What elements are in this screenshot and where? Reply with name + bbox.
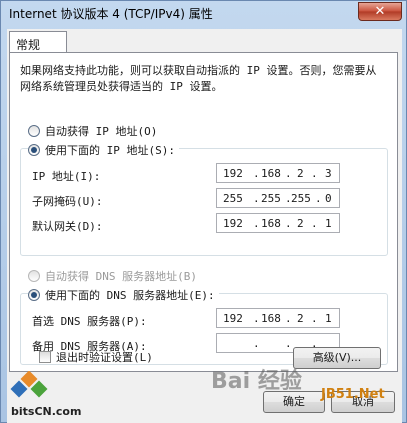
manual-dns-label: 使用下面的 DNS 服务器地址(E): bbox=[45, 289, 215, 302]
ip-address-label: IP 地址(I): bbox=[32, 170, 101, 183]
default-gateway-label: 默认网关(D): bbox=[32, 220, 103, 233]
validate-checkbox[interactable] bbox=[39, 351, 51, 363]
jb51-watermark: JB51.Net bbox=[321, 387, 385, 402]
default-gateway-input[interactable]: 192. 168. 2. 1 bbox=[216, 213, 340, 233]
general-panel: 如果网络支持此功能，则可以获取自动指派的 IP 设置。否则，您需要从网络系统管理… bbox=[9, 52, 398, 372]
auto-dns-option: 自动获得 DNS 服务器地址(B) bbox=[28, 268, 197, 284]
manual-dns-option[interactable]: 使用下面的 DNS 服务器地址(E): bbox=[28, 287, 219, 303]
auto-dns-radio bbox=[28, 270, 40, 282]
auto-ip-option[interactable]: 自动获得 IP 地址(O) bbox=[28, 123, 157, 139]
auto-ip-radio[interactable] bbox=[28, 125, 40, 137]
validate-on-exit[interactable]: 退出时验证设置(L) bbox=[39, 349, 153, 365]
manual-ip-option[interactable]: 使用下面的 IP 地址(S): bbox=[28, 142, 179, 158]
preferred-dns-input[interactable]: 192. 168. 2. 1 bbox=[216, 308, 340, 328]
manual-dns-radio[interactable] bbox=[28, 289, 40, 301]
subnet-mask-input[interactable]: 255. 255. 255. 0 bbox=[216, 188, 340, 208]
auto-dns-label: 自动获得 DNS 服务器地址(B) bbox=[45, 270, 197, 283]
description-text: 如果网络支持此功能，则可以获取自动指派的 IP 设置。否则，您需要从网络系统管理… bbox=[20, 64, 377, 93]
window-title: Internet 协议版本 4 (TCP/IPv4) 属性 bbox=[9, 7, 213, 21]
auto-ip-label: 自动获得 IP 地址(O) bbox=[45, 125, 158, 138]
ip-address-input[interactable]: 192. 168. 2. 3 bbox=[216, 163, 340, 183]
close-icon: ✕ bbox=[374, 4, 386, 19]
bitscn-logo: bitsCN.com bbox=[5, 370, 95, 421]
manual-ip-radio[interactable] bbox=[28, 144, 40, 156]
dialog-window: Internet 协议版本 4 (TCP/IPv4) 属性 ✕ 常规 如果网络支… bbox=[0, 0, 407, 423]
dialog-client: 常规 如果网络支持此功能，则可以获取自动指派的 IP 设置。否则，您需要从网络系… bbox=[7, 29, 402, 423]
bitscn-logo-icon bbox=[10, 370, 48, 398]
preferred-dns-label: 首选 DNS 服务器(P): bbox=[32, 315, 147, 328]
advanced-button[interactable]: 高级(V)... bbox=[293, 347, 381, 369]
subnet-mask-label: 子网掩码(U): bbox=[32, 195, 103, 208]
close-button[interactable]: ✕ bbox=[358, 2, 402, 21]
title-bar[interactable]: Internet 协议版本 4 (TCP/IPv4) 属性 ✕ bbox=[1, 1, 406, 25]
manual-ip-label: 使用下面的 IP 地址(S): bbox=[45, 144, 175, 157]
tab-general[interactable]: 常规 bbox=[9, 31, 67, 53]
baidu-watermark: Bai 经验 bbox=[211, 369, 302, 394]
validate-label: 退出时验证设置(L) bbox=[56, 351, 153, 364]
bitscn-text: bitsCN.com bbox=[11, 405, 82, 418]
